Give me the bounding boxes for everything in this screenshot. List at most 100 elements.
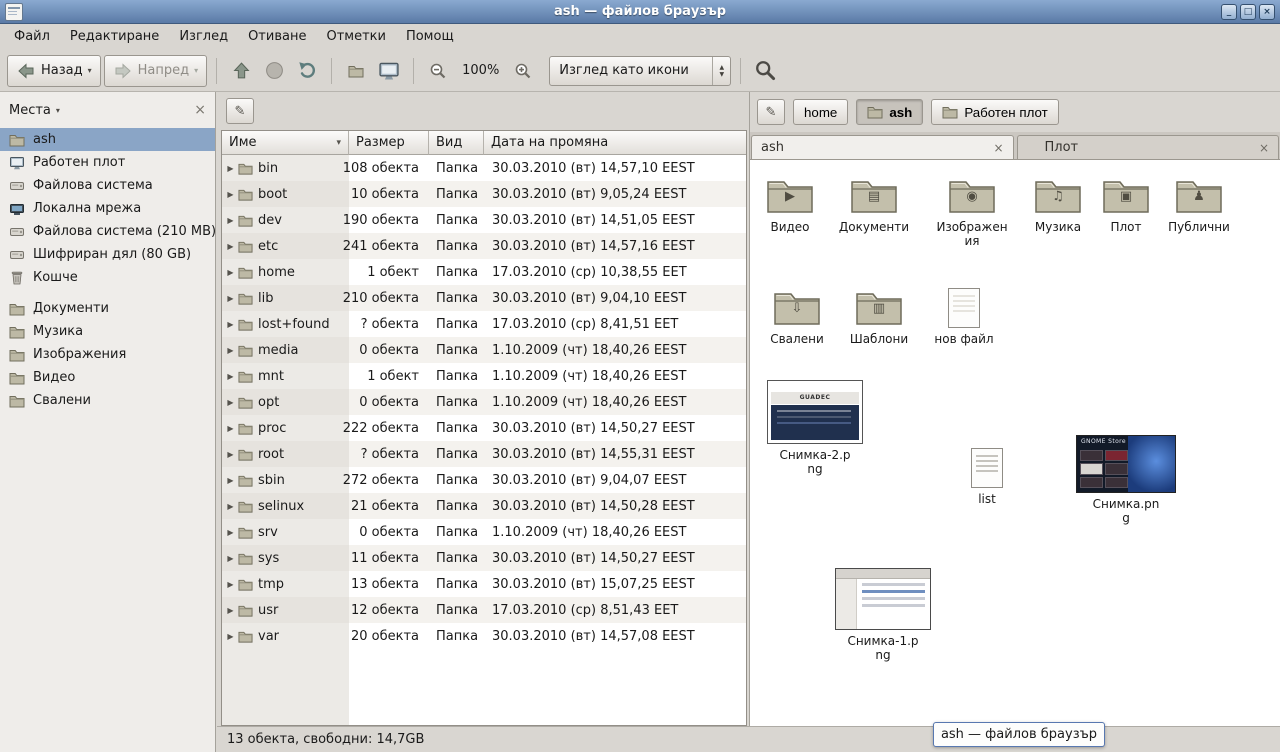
- tab-close-icon[interactable]: ×: [1259, 141, 1269, 155]
- icon-item-7[interactable]: ▥Шаблони: [834, 288, 924, 346]
- menu-file[interactable]: Файл: [4, 24, 60, 50]
- menu-help[interactable]: Помощ: [396, 24, 464, 50]
- icon-grid[interactable]: ▶Видео▤Документи◉Изображения♫Музика▣Плот…: [750, 160, 1280, 726]
- sidebar-close-icon[interactable]: ×: [194, 102, 206, 118]
- sidebar-item-2[interactable]: Файлова система: [0, 174, 215, 197]
- title-bar[interactable]: ash — файлов браузър _ □ ×: [0, 0, 1280, 24]
- expander-icon[interactable]: ▶: [224, 554, 237, 563]
- table-row[interactable]: ▶proc222 обектаПапка30.03.2010 (вт) 14,5…: [222, 415, 746, 441]
- tab-plot[interactable]: Плот ×: [1017, 135, 1280, 159]
- expander-icon[interactable]: ▶: [224, 346, 237, 355]
- view-mode-select[interactable]: Изглед като икони ▲ ▼: [549, 56, 731, 86]
- table-row[interactable]: ▶opt0 обектаПапка1.10.2009 (чт) 18,40,26…: [222, 389, 746, 415]
- expander-icon[interactable]: ▶: [224, 398, 237, 407]
- table-row[interactable]: ▶boot10 обектаПапка30.03.2010 (вт) 9,05,…: [222, 181, 746, 207]
- view-mode-spinner[interactable]: ▲ ▼: [712, 57, 730, 85]
- expander-icon[interactable]: ▶: [224, 606, 237, 615]
- expander-icon[interactable]: ▶: [224, 242, 237, 251]
- table-row[interactable]: ▶tmp13 обектаПапка30.03.2010 (вт) 15,07,…: [222, 571, 746, 597]
- icon-item-10[interactable]: list: [942, 448, 1032, 506]
- table-row[interactable]: ▶selinux21 обектаПапка30.03.2010 (вт) 14…: [222, 493, 746, 519]
- location-toggle-button[interactable]: ✎: [757, 99, 785, 125]
- sidebar-item-3[interactable]: Локална мрежа: [0, 197, 215, 220]
- taskbar-window-label[interactable]: ash — файлов браузър: [933, 722, 1105, 747]
- table-row[interactable]: ▶bin108 обектаПапка30.03.2010 (вт) 14,57…: [222, 155, 746, 181]
- expander-icon[interactable]: ▶: [224, 528, 237, 537]
- path-button-0[interactable]: home: [793, 99, 848, 125]
- table-row[interactable]: ▶lib210 обектаПапка30.03.2010 (вт) 9,04,…: [222, 285, 746, 311]
- expander-icon[interactable]: ▶: [224, 216, 237, 225]
- menu-bookmarks[interactable]: Отметки: [316, 24, 395, 50]
- zoom-in-button[interactable]: [508, 56, 538, 86]
- column-header-name[interactable]: Име ▾: [222, 131, 349, 155]
- expander-icon[interactable]: ▶: [224, 424, 237, 433]
- menu-edit[interactable]: Редактиране: [60, 24, 169, 50]
- column-header-type[interactable]: Вид: [429, 131, 484, 155]
- table-row[interactable]: ▶root? обектаПапка30.03.2010 (вт) 14,55,…: [222, 441, 746, 467]
- sidebar-item-0[interactable]: ash: [0, 128, 215, 151]
- expander-icon[interactable]: ▶: [224, 372, 237, 381]
- expander-icon[interactable]: ▶: [224, 450, 237, 459]
- minimize-button[interactable]: _: [1221, 4, 1237, 20]
- icon-item-6[interactable]: ⇩Свалени: [752, 288, 842, 346]
- column-header-date[interactable]: Дата на промяна: [484, 131, 746, 155]
- sidebar-item-1[interactable]: Работен плот: [0, 151, 215, 174]
- expander-icon[interactable]: ▶: [224, 632, 237, 641]
- expander-icon[interactable]: ▶: [224, 476, 237, 485]
- back-button[interactable]: Назад ▾: [7, 55, 101, 87]
- menu-go[interactable]: Отиване: [238, 24, 316, 50]
- expander-icon[interactable]: ▶: [224, 580, 237, 589]
- table-row[interactable]: ▶srv0 обектаПапка1.10.2009 (чт) 18,40,26…: [222, 519, 746, 545]
- expander-icon[interactable]: ▶: [224, 268, 237, 277]
- table-row[interactable]: ▶home1 обектПапка17.03.2010 (ср) 10,38,5…: [222, 259, 746, 285]
- sidebar-dropdown-icon[interactable]: ▾: [56, 106, 60, 115]
- sidebar-item-7[interactable]: Документи: [0, 297, 215, 320]
- icon-item-8[interactable]: нов файл: [919, 288, 1009, 346]
- icon-item-9[interactable]: GUADECСнимка-2.png: [765, 380, 865, 476]
- expander-icon[interactable]: ▶: [224, 190, 237, 199]
- icon-item-11[interactable]: GNOME StoreСнимка.png: [1076, 435, 1176, 525]
- icon-item-1[interactable]: ▤Документи: [829, 176, 919, 234]
- menu-view[interactable]: Изглед: [169, 24, 238, 50]
- maximize-button[interactable]: □: [1240, 4, 1256, 20]
- path-button-1[interactable]: ash: [856, 99, 923, 125]
- table-row[interactable]: ▶etc241 обектаПапка30.03.2010 (вт) 14,57…: [222, 233, 746, 259]
- expander-icon[interactable]: ▶: [224, 502, 237, 511]
- tab-close-icon[interactable]: ×: [993, 141, 1003, 155]
- search-button[interactable]: [750, 56, 780, 86]
- table-row[interactable]: ▶mnt1 обектПапка1.10.2009 (чт) 18,40,26 …: [222, 363, 746, 389]
- sidebar-item-5[interactable]: Шифриран дял (80 GB): [0, 243, 215, 266]
- sidebar-item-11[interactable]: Свалени: [0, 389, 215, 412]
- forward-button[interactable]: Напред ▾: [104, 55, 208, 87]
- sidebar-item-9[interactable]: Изображения: [0, 343, 215, 366]
- back-dropdown-icon[interactable]: ▾: [88, 66, 92, 75]
- sidebar-item-10[interactable]: Видео: [0, 366, 215, 389]
- sidebar-item-4[interactable]: Файлова система (210 MB): [0, 220, 215, 243]
- table-row[interactable]: ▶dev190 обектаПапка30.03.2010 (вт) 14,51…: [222, 207, 746, 233]
- table-row[interactable]: ▶lost+found? обектаПапка17.03.2010 (ср) …: [222, 311, 746, 337]
- sidebar-item-6[interactable]: Кошче: [0, 266, 215, 289]
- computer-button[interactable]: [374, 56, 404, 86]
- expander-icon[interactable]: ▶: [224, 294, 237, 303]
- icon-item-2[interactable]: ◉Изображения: [927, 176, 1017, 248]
- icon-item-12[interactable]: Снимка-1.png: [833, 568, 933, 662]
- sidebar-title[interactable]: Места: [9, 103, 51, 118]
- home-button[interactable]: [341, 56, 371, 86]
- path-button-2[interactable]: Работен плот: [931, 99, 1058, 125]
- forward-dropdown-icon[interactable]: ▾: [194, 66, 198, 75]
- expander-icon[interactable]: ▶: [224, 164, 237, 173]
- reload-button[interactable]: [292, 56, 322, 86]
- table-row[interactable]: ▶media0 обектаПапка1.10.2009 (чт) 18,40,…: [222, 337, 746, 363]
- column-header-size[interactable]: Размер: [349, 131, 429, 155]
- table-row[interactable]: ▶usr12 обектаПапка17.03.2010 (ср) 8,51,4…: [222, 597, 746, 623]
- sidebar-item-8[interactable]: Музика: [0, 320, 215, 343]
- tab-ash[interactable]: ash ×: [751, 135, 1014, 159]
- zoom-out-button[interactable]: [423, 56, 453, 86]
- table-row[interactable]: ▶sbin272 обектаПапка30.03.2010 (вт) 9,04…: [222, 467, 746, 493]
- icon-item-0[interactable]: ▶Видео: [750, 176, 835, 234]
- icon-item-5[interactable]: ♟Публични: [1154, 176, 1244, 234]
- up-button[interactable]: [226, 56, 256, 86]
- expander-icon[interactable]: ▶: [224, 320, 237, 329]
- table-row[interactable]: ▶sys11 обектаПапка30.03.2010 (вт) 14,50,…: [222, 545, 746, 571]
- location-toggle-button[interactable]: ✎: [226, 98, 254, 124]
